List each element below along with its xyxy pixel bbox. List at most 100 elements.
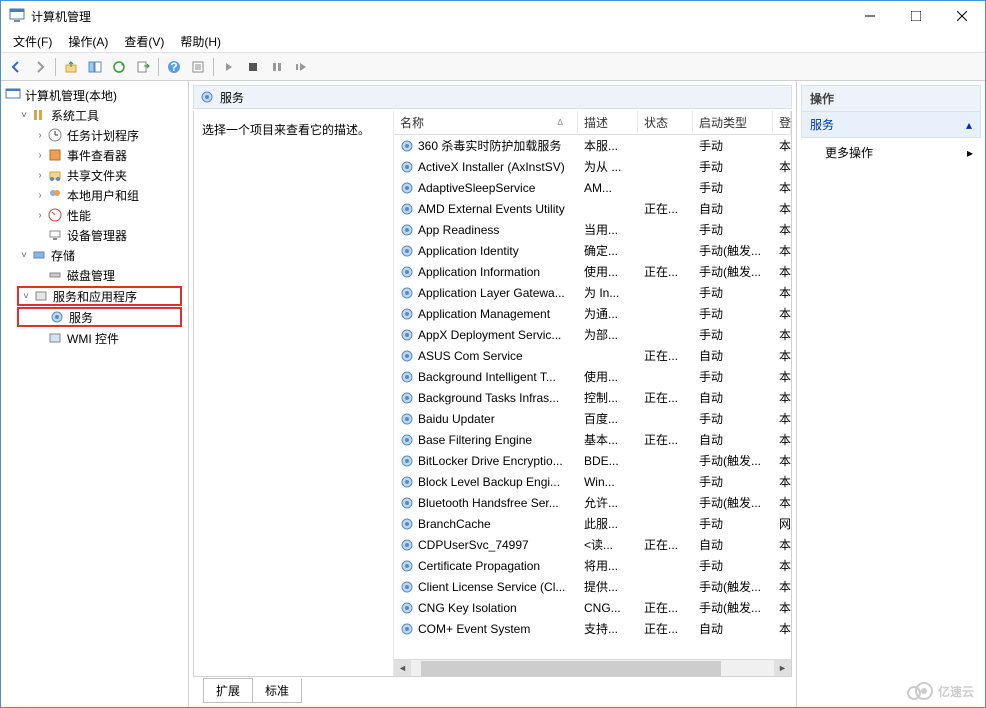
service-row[interactable]: Baidu Updater百度...手动本 [394, 408, 791, 429]
tree-disk-management[interactable]: 磁盘管理 [3, 265, 186, 285]
service-name: BitLocker Drive Encryptio... [418, 454, 563, 468]
chevron-down-icon[interactable]: ˅ [17, 250, 31, 261]
view-tabs: 扩展 标准 [193, 679, 792, 703]
service-name: Background Tasks Infras... [418, 391, 559, 405]
service-row[interactable]: Application Information使用...正在...手动(触发..… [394, 261, 791, 282]
tree-services-apps[interactable]: ˅ 服务和应用程序 [17, 286, 182, 306]
service-desc: 为通... [578, 305, 638, 322]
actions-services[interactable]: 服务 ▴ [801, 112, 981, 138]
tree-wmi[interactable]: WMI 控件 [3, 328, 186, 348]
service-row[interactable]: Base Filtering Engine基本...正在...自动本 [394, 429, 791, 450]
chevron-right-icon[interactable]: › [33, 150, 47, 161]
menu-file[interactable]: 文件(F) [5, 31, 60, 52]
service-startup: 手动 [693, 158, 773, 175]
chevron-right-icon[interactable]: › [33, 130, 47, 141]
chevron-down-icon[interactable]: ˅ [19, 291, 33, 302]
service-row[interactable]: 360 杀毒实时防护加载服务本服...手动本 [394, 135, 791, 156]
actions-more[interactable]: 更多操作 ▸ [801, 138, 981, 167]
service-desc: 使用... [578, 263, 638, 280]
service-row[interactable]: Block Level Backup Engi...Win...手动本 [394, 471, 791, 492]
service-row[interactable]: AdaptiveSleepServiceAM...手动本 [394, 177, 791, 198]
service-row[interactable]: CDPUserSvc_74997<读...正在...自动本 [394, 534, 791, 555]
forward-button[interactable] [29, 56, 51, 78]
service-row[interactable]: Certificate Propagation将用...手动本 [394, 555, 791, 576]
tree-root[interactable]: 计算机管理(本地) [3, 85, 186, 105]
service-row[interactable]: COM+ Event System支持...正在...自动本 [394, 618, 791, 639]
collapse-icon: ▴ [966, 118, 972, 132]
service-startup: 手动 [693, 515, 773, 532]
pause-button[interactable] [266, 56, 288, 78]
restart-button[interactable] [290, 56, 312, 78]
header-status[interactable]: 状态 [638, 111, 693, 134]
scroll-right-icon[interactable]: ► [774, 660, 791, 677]
service-row[interactable]: BranchCache此服...手动网 [394, 513, 791, 534]
maximize-button[interactable] [893, 1, 939, 31]
chevron-right-icon[interactable]: › [33, 190, 47, 201]
service-row[interactable]: AppX Deployment Servic...为部...手动本 [394, 324, 791, 345]
service-row[interactable]: Background Tasks Infras...控制...正在...自动本 [394, 387, 791, 408]
chevron-right-icon[interactable]: › [33, 170, 47, 181]
menu-help[interactable]: 帮助(H) [172, 31, 229, 52]
up-button[interactable] [60, 56, 82, 78]
scroll-thumb[interactable] [421, 661, 721, 676]
tab-extended[interactable]: 扩展 [203, 678, 253, 703]
tree-shared-folders[interactable]: › 共享文件夹 [3, 165, 186, 185]
menubar: 文件(F) 操作(A) 查看(V) 帮助(H) [1, 31, 985, 53]
horizontal-scrollbar[interactable]: ◄ ► [394, 659, 791, 676]
service-desc: <读... [578, 536, 638, 553]
service-row[interactable]: Application Layer Gatewa...为 In...手动本 [394, 282, 791, 303]
service-logon: 本 [773, 410, 791, 427]
service-row[interactable]: App Readiness当用...手动本 [394, 219, 791, 240]
service-startup: 手动(触发... [693, 242, 773, 259]
chevron-right-icon[interactable]: › [33, 210, 47, 221]
tree-local-users[interactable]: › 本地用户和组 [3, 185, 186, 205]
sort-asc-icon: ᐃ [558, 118, 563, 127]
service-row[interactable]: ActiveX Installer (AxInstSV)为从 ...手动本 [394, 156, 791, 177]
tree-task-scheduler[interactable]: › 任务计划程序 [3, 125, 186, 145]
refresh-button[interactable] [108, 56, 130, 78]
service-status: 正在... [638, 389, 693, 406]
service-desc: Win... [578, 475, 638, 489]
tree-event-viewer[interactable]: › 事件查看器 [3, 145, 186, 165]
service-row[interactable]: Background Intelligent T...使用...手动本 [394, 366, 791, 387]
properties-button[interactable] [187, 56, 209, 78]
tree-performance[interactable]: › 性能 [3, 205, 186, 225]
scroll-left-icon[interactable]: ◄ [394, 660, 411, 677]
menu-action[interactable]: 操作(A) [60, 31, 116, 52]
tab-standard[interactable]: 标准 [252, 679, 302, 703]
service-name: Application Identity [418, 244, 519, 258]
service-row[interactable]: CNG Key IsolationCNG...正在...手动(触发...本 [394, 597, 791, 618]
header-description[interactable]: 描述 [578, 111, 638, 134]
header-logon[interactable]: 登 [773, 111, 791, 134]
play-button[interactable] [218, 56, 240, 78]
service-row[interactable]: AMD External Events Utility正在...自动本 [394, 198, 791, 219]
help-button[interactable]: ? [163, 56, 185, 78]
service-row[interactable]: BitLocker Drive Encryptio...BDE...手动(触发.… [394, 450, 791, 471]
service-row[interactable]: Application Management为通...手动本 [394, 303, 791, 324]
tree-system-tools[interactable]: ˅ 系统工具 [3, 105, 186, 125]
tree-services[interactable]: 服务 [17, 307, 182, 327]
export-button[interactable] [132, 56, 154, 78]
chevron-down-icon[interactable]: ˅ [17, 110, 31, 121]
service-logon: 本 [773, 368, 791, 385]
tree-storage[interactable]: ˅ 存储 [3, 245, 186, 265]
minimize-button[interactable] [847, 1, 893, 31]
close-button[interactable] [939, 1, 985, 31]
service-row[interactable]: ASUS Com Service正在...自动本 [394, 345, 791, 366]
toolbar: ? [1, 53, 985, 81]
show-hide-button[interactable] [84, 56, 106, 78]
gear-icon [200, 90, 214, 104]
gear-icon [400, 286, 414, 300]
gear-icon [400, 181, 414, 195]
header-name[interactable]: 名称ᐃ [394, 111, 578, 134]
service-row[interactable]: Client License Service (Cl...提供...手动(触发.… [394, 576, 791, 597]
service-row[interactable]: Bluetooth Handsfree Ser...允许...手动(触发...本 [394, 492, 791, 513]
tree-device-manager[interactable]: 设备管理器 [3, 225, 186, 245]
stop-button[interactable] [242, 56, 264, 78]
service-logon: 本 [773, 158, 791, 175]
menu-view[interactable]: 查看(V) [116, 31, 172, 52]
header-startup[interactable]: 启动类型 [693, 111, 773, 134]
back-button[interactable] [5, 56, 27, 78]
service-startup: 手动 [693, 221, 773, 238]
service-row[interactable]: Application Identity确定...手动(触发...本 [394, 240, 791, 261]
